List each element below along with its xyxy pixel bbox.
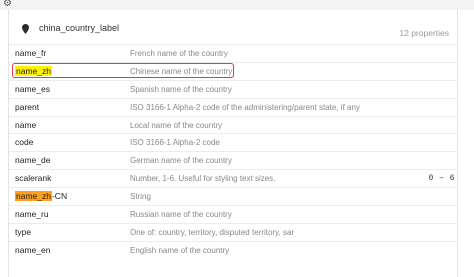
table-row: name Local name of the country	[9, 115, 457, 134]
property-description: Spanish name of the country	[130, 84, 232, 94]
key-suffix: -CN	[51, 191, 68, 202]
property-key: type	[15, 226, 32, 237]
table-row: name_de German name of the country	[9, 151, 457, 169]
key-highlight: name_zh	[15, 65, 52, 76]
property-key: name_ru	[15, 209, 49, 220]
property-key: name_es	[15, 83, 50, 94]
property-key: name_en	[15, 244, 51, 255]
top-toolbar: ⚙	[0, 0, 474, 10]
property-count: 12 properties	[399, 28, 449, 38]
property-description: ISO 3166-1 Alpha-2 code of the administe…	[130, 102, 360, 112]
property-key: name_de	[15, 155, 51, 166]
property-key: name_zh	[15, 65, 52, 77]
table-row: name_zh Chinese name of the country	[9, 61, 457, 80]
gear-icon[interactable]: ⚙	[3, 0, 12, 10]
table-row: name_fr French name of the country	[9, 44, 457, 62]
property-description: String	[130, 192, 151, 202]
table-row: type One of: country, territory, dispute…	[9, 222, 457, 241]
table-row: name_en English name of the country	[9, 240, 457, 259]
table-row: name_ru Russian name of the country	[9, 205, 457, 223]
property-key: name_fr	[15, 48, 47, 58]
key-highlight: name_zh	[15, 191, 52, 202]
property-key: name_zh-CN	[15, 191, 67, 202]
property-description: ISO 3166-1 Alpha-2 code	[130, 138, 220, 148]
property-key: scalerank	[15, 173, 52, 184]
table-row: code ISO 3166-1 Alpha-2 code	[9, 133, 457, 151]
property-description: Chinese name of the country	[130, 66, 233, 76]
property-description: English name of the country	[130, 245, 230, 255]
property-key: parent	[15, 101, 40, 112]
table-row: name_es Spanish name of the country	[9, 79, 457, 98]
property-description: One of: country, territory, disputed ter…	[130, 227, 295, 237]
property-table: name_fr French name of the country name_…	[9, 44, 457, 259]
property-description: Russian name of the country	[130, 210, 232, 220]
property-description: Local name of the country	[130, 120, 223, 130]
table-row: parent ISO 3166-1 Alpha-2 code of the ad…	[9, 97, 457, 116]
property-description: French name of the country	[130, 49, 228, 58]
layer-name: china_country_label	[39, 23, 120, 33]
table-row: name_zh-CN String	[9, 187, 457, 205]
property-description: German name of the country	[130, 156, 232, 166]
location-pin-icon	[22, 24, 29, 34]
property-description: Number, 1-6. Useful for styling text siz…	[130, 174, 276, 184]
layer-panel-body: china_country_label 12 properties name_f…	[8, 10, 458, 277]
property-range: 0 – 6	[428, 174, 455, 184]
layer-header[interactable]: china_country_label 12 properties	[9, 10, 457, 44]
property-key: code	[15, 137, 34, 148]
layer-panel: china_country_label 12 properties name_f…	[0, 10, 474, 277]
table-row: scalerank Number, 1-6. Useful for stylin…	[9, 169, 457, 187]
property-key: name	[15, 119, 37, 130]
